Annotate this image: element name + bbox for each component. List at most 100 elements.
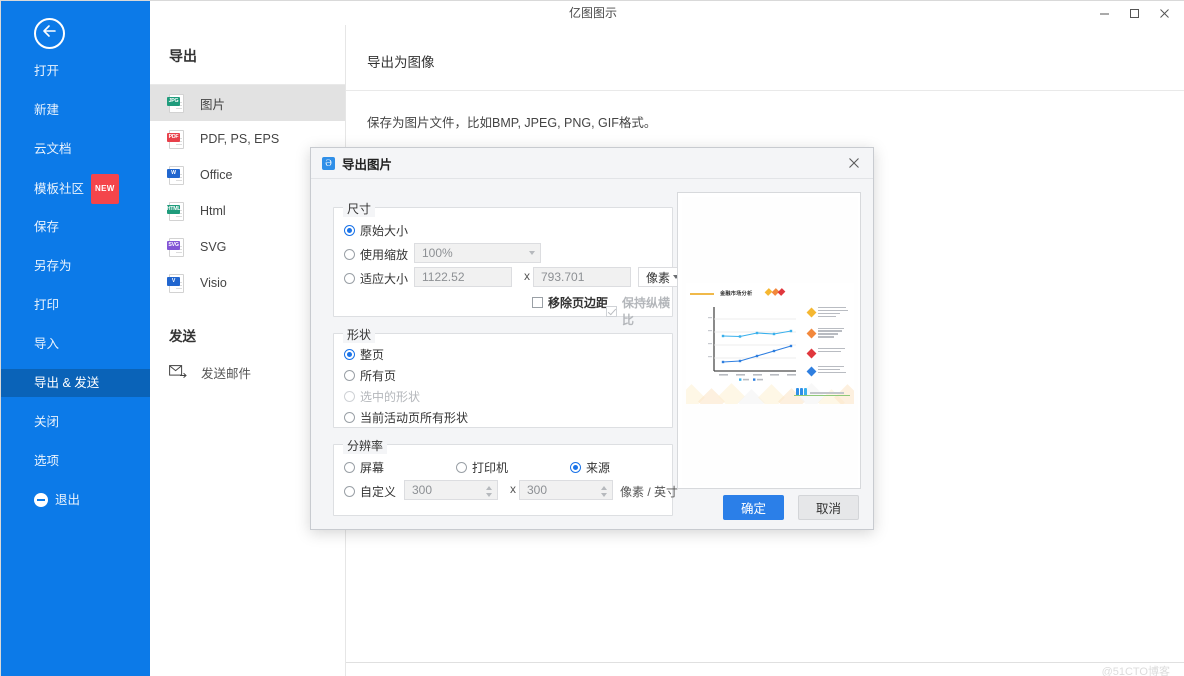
resolution-option-source[interactable]: 来源: [570, 459, 610, 476]
format-tag: SVG: [167, 240, 180, 250]
pdf-file-icon: PDF: [167, 129, 186, 150]
new-badge: NEW: [91, 174, 119, 204]
fit-size-radio[interactable]: [344, 273, 355, 284]
sidebar-item-label: 导出 & 发送: [34, 376, 100, 390]
resolution-legend: 分辨率: [343, 437, 388, 454]
size-legend: 尺寸: [343, 200, 376, 217]
chevron-down-icon: [529, 251, 535, 255]
preview-page: 金融市场分析: [682, 197, 858, 486]
minimize-button[interactable]: [1089, 2, 1119, 24]
dialog-footer: 确定 取消: [311, 484, 873, 531]
use-scale-radio[interactable]: [344, 249, 355, 260]
dialog-close-button[interactable]: [843, 152, 865, 174]
legend-item: [806, 348, 848, 359]
edraw-logo-icon: Ə: [322, 156, 335, 170]
sidebar-item-label: 关闭: [34, 415, 60, 429]
sidebar-item-template-community[interactable]: 模板社区 NEW: [1, 174, 150, 204]
left-sidebar: 打开 新建 云文档 模板社区 NEW 保存 另存为 打印 导入 导出 & 发送 …: [1, 1, 150, 676]
sidebar-item-export-send[interactable]: 导出 & 发送: [1, 369, 150, 397]
sidebar-item-label: 云文档: [34, 142, 72, 156]
use-scale-label: 使用缩放: [360, 248, 409, 262]
preview-chart-title: 金融市场分析: [720, 291, 753, 297]
footer-divider: [346, 662, 1184, 663]
legend-text-placeholder: [818, 366, 846, 375]
format-label: PDF, PS, EPS: [200, 132, 280, 146]
fit-size-label: 适应大小: [360, 272, 409, 286]
resolution-option-printer[interactable]: 打印机: [456, 459, 508, 476]
sidebar-item-options[interactable]: 选项: [1, 447, 150, 475]
cancel-button[interactable]: 取消: [798, 495, 859, 520]
sidebar-item-close[interactable]: 关闭: [1, 408, 150, 436]
all-pages-radio[interactable]: [344, 370, 355, 381]
active-page-shapes-label: 当前活动页所有形状: [360, 411, 469, 425]
shape-option-whole-page[interactable]: 整页: [344, 346, 384, 363]
legend-item: [806, 366, 848, 377]
sidebar-item-save-as[interactable]: 另存为: [1, 252, 150, 280]
back-arrow-icon: [42, 24, 58, 43]
screen-radio[interactable]: [344, 462, 355, 473]
sidebar-item-label: 退出: [55, 493, 81, 507]
maximize-button[interactable]: [1119, 2, 1149, 24]
height-input[interactable]: 793.701: [533, 267, 631, 287]
format-label: Html: [200, 204, 226, 218]
use-scale-option[interactable]: 使用缩放: [344, 246, 408, 263]
people-icon: [796, 388, 807, 395]
resolution-option-screen[interactable]: 屏幕: [344, 459, 384, 476]
fit-size-option[interactable]: 适应大小: [344, 270, 408, 287]
remove-margin-checkbox-row[interactable]: 移除页边距: [532, 294, 608, 311]
original-size-radio[interactable]: [344, 225, 355, 236]
sidebar-item-new[interactable]: 新建: [1, 96, 150, 124]
html-file-icon: HTML: [167, 201, 186, 222]
sidebar-item-import[interactable]: 导入: [1, 330, 150, 358]
shape-option-active-page-shapes[interactable]: 当前活动页所有形状: [344, 409, 468, 426]
source-radio[interactable]: [570, 462, 581, 473]
send-email-label: 发送邮件: [201, 367, 252, 381]
format-tag: HTML: [166, 204, 181, 214]
preview-legend: [806, 307, 848, 384]
height-value: 793.701: [541, 270, 585, 284]
legend-text-placeholder: [818, 327, 844, 340]
sidebar-item-label: 另存为: [34, 259, 72, 273]
printer-radio[interactable]: [456, 462, 467, 473]
width-value: 1122.52: [422, 270, 465, 284]
format-label: Office: [200, 168, 233, 182]
original-size-label: 原始大小: [360, 224, 409, 238]
whole-page-label: 整页: [360, 348, 385, 362]
sidebar-item-label: 导入: [34, 337, 60, 351]
sidebar-item-cloud-docs[interactable]: 云文档: [1, 135, 150, 163]
sidebar-item-print[interactable]: 打印: [1, 291, 150, 319]
sidebar-item-label: 打印: [34, 298, 60, 312]
remove-margin-label: 移除页边距: [548, 296, 609, 310]
sidebar-item-open[interactable]: 打开: [1, 57, 150, 85]
size-fieldset: 尺寸 原始大小 使用缩放 100% 适应大小 1122.52 x 793.701…: [333, 200, 685, 327]
sidebar-item-label: 打开: [34, 64, 60, 78]
screen-label: 屏幕: [360, 461, 385, 475]
remove-margin-checkbox[interactable]: [532, 297, 543, 308]
format-item-image[interactable]: JPG 图片: [150, 85, 345, 121]
ok-button[interactable]: 确定: [723, 495, 784, 520]
svg-file-icon: SVG: [167, 237, 186, 258]
original-size-option[interactable]: 原始大小: [344, 222, 408, 239]
active-page-shapes-radio[interactable]: [344, 412, 355, 423]
shape-option-all-pages[interactable]: 所有页: [344, 367, 396, 384]
exit-icon: [34, 493, 48, 507]
sidebar-item-exit[interactable]: 退出: [1, 486, 150, 514]
format-tag: W: [167, 168, 180, 178]
close-button[interactable]: [1149, 2, 1179, 24]
source-label: 来源: [586, 461, 611, 475]
width-input[interactable]: 1122.52: [414, 267, 512, 287]
unit-value: 像素: [646, 270, 671, 285]
dialog-header: Ə 导出图片: [311, 148, 873, 179]
sidebar-item-save[interactable]: 保存: [1, 213, 150, 241]
scale-value-select[interactable]: 100%: [414, 243, 541, 263]
preview-footer-text: [810, 392, 844, 394]
whole-page-radio[interactable]: [344, 349, 355, 360]
format-label: SVG: [200, 240, 227, 254]
visio-file-icon: V: [167, 273, 186, 294]
preview-title-rule: [690, 293, 714, 295]
export-panel-title: 导出: [169, 48, 197, 64]
shape-fieldset: 形状 整页 所有页 选中的形状 当前活动页所有形状: [333, 326, 673, 428]
back-button[interactable]: [34, 18, 65, 49]
legend-diamond-icon: [806, 366, 817, 377]
page-title: 导出为图像: [367, 55, 435, 70]
